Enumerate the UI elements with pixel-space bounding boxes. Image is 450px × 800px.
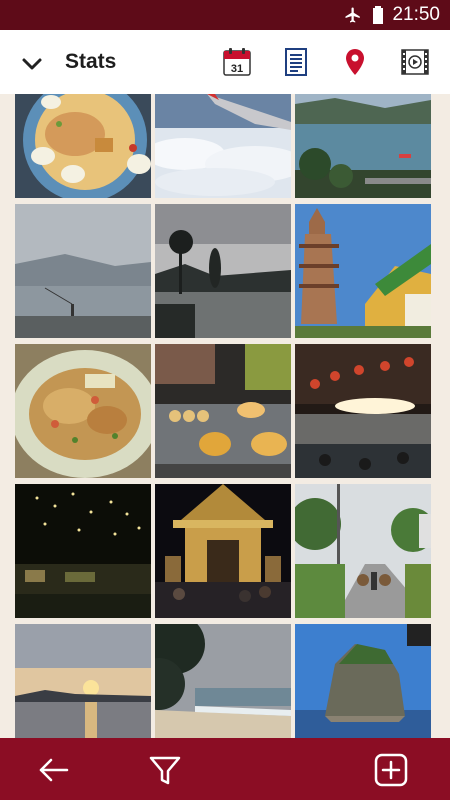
filter-icon[interactable] bbox=[147, 752, 183, 788]
add-icon[interactable] bbox=[373, 752, 409, 788]
photo-night-string-lights[interactable] bbox=[15, 484, 151, 618]
photo-street-food-stall[interactable] bbox=[155, 344, 291, 478]
page-title: Stats bbox=[65, 50, 117, 73]
photo-rural-road-walker[interactable] bbox=[295, 484, 431, 618]
photo-lake-with-boat[interactable] bbox=[295, 94, 431, 198]
airplane-mode-icon bbox=[345, 7, 360, 23]
app-bar: Stats 31 bbox=[0, 30, 450, 95]
calendar-icon[interactable]: 31 bbox=[221, 46, 253, 78]
bottom-action-bar bbox=[0, 738, 450, 800]
slideshow-icon[interactable] bbox=[399, 46, 431, 78]
status-bar: 21:50 bbox=[0, 0, 450, 30]
photo-tropical-beach[interactable] bbox=[155, 624, 291, 738]
photo-limestone-island[interactable] bbox=[295, 624, 431, 738]
photo-sunset-over-sea[interactable] bbox=[15, 624, 151, 738]
chevron-down-icon[interactable] bbox=[18, 50, 46, 78]
calendar-day-label: 31 bbox=[231, 63, 243, 75]
photo-grid bbox=[0, 94, 450, 738]
battery-icon bbox=[373, 6, 383, 24]
status-time: 21:50 bbox=[392, 4, 440, 25]
photo-lake-sunset-palm[interactable] bbox=[155, 204, 291, 338]
photo-night-market-lanterns[interactable] bbox=[295, 344, 431, 478]
photo-misty-lake-fisherman[interactable] bbox=[15, 204, 151, 338]
photo-thai-salad-dish[interactable] bbox=[15, 94, 151, 198]
photo-clouds-from-airplane-window[interactable] bbox=[155, 94, 291, 198]
back-arrow-icon[interactable] bbox=[35, 752, 71, 788]
photo-golden-temple-night[interactable] bbox=[155, 484, 291, 618]
photo-pagoda-temple[interactable] bbox=[295, 204, 431, 338]
photo-pad-thai-plate[interactable] bbox=[15, 344, 151, 478]
list-document-icon[interactable] bbox=[280, 46, 312, 78]
map-pin-icon[interactable] bbox=[339, 46, 371, 78]
